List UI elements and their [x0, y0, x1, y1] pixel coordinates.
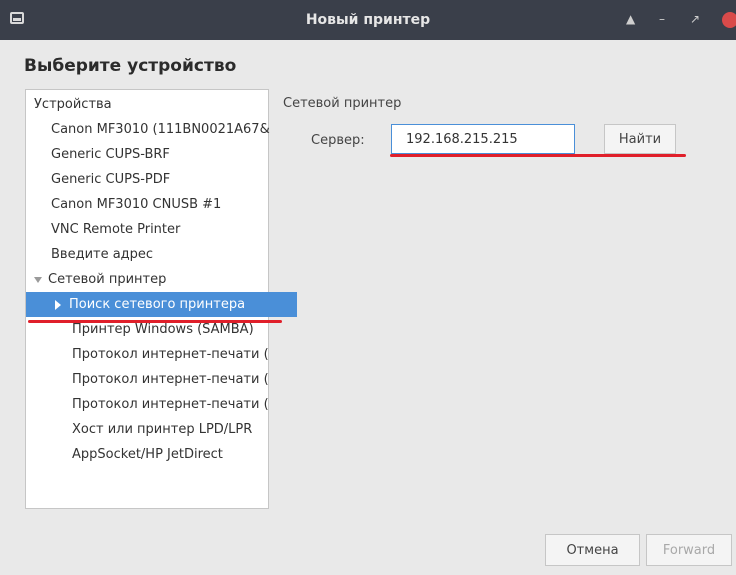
tree-item-canon-mf3010[interactable]: Canon MF3010 (111BN0021A67&	[26, 117, 293, 142]
tree-item-label: VNC Remote Printer	[51, 222, 181, 237]
tree-item-generic-cups-pdf[interactable]: Generic CUPS-PDF	[26, 167, 293, 192]
tree-item-appsocket[interactable]: AppSocket/HP JetDirect	[26, 442, 314, 467]
server-label: Сервер:	[311, 133, 365, 148]
tree-item-label: Generic CUPS-PDF	[51, 172, 171, 187]
restore-icon[interactable]: ↗	[690, 12, 700, 26]
server-input[interactable]	[391, 124, 575, 154]
device-tree[interactable]: Устройства Canon MF3010 (111BN0021A67& G…	[25, 89, 297, 509]
tree-item-canon-cnusb[interactable]: Canon MF3010 CNUSB #1	[26, 192, 293, 217]
section-title: Сетевой принтер	[283, 96, 402, 111]
tree-item-label: Поиск сетевого принтера	[69, 297, 246, 312]
annotation-underline-tree	[28, 320, 282, 323]
tree-header-devices[interactable]: Устройства	[26, 92, 276, 117]
tree-item-label: Протокол интернет-печати (	[72, 372, 269, 387]
page-title: Выберите устройство	[24, 56, 237, 76]
tree-item-label: Введите адрес	[51, 247, 154, 262]
tree-item-ipp-1[interactable]: Протокол интернет-печати (	[26, 342, 314, 367]
tree-item-label: Хост или принтер LPD/LPR	[72, 422, 253, 437]
find-button[interactable]: Найти	[604, 124, 676, 154]
expander-down-icon[interactable]	[34, 276, 42, 283]
tree-item-label: Canon MF3010 (111BN0021A67&	[51, 122, 270, 137]
tree-item-label: Generic CUPS-BRF	[51, 147, 170, 162]
tree-item-generic-cups-brf[interactable]: Generic CUPS-BRF	[26, 142, 293, 167]
tree-item-label: Сетевой принтер	[48, 272, 167, 287]
tree-item-ipp-2[interactable]: Протокол интернет-печати (	[26, 367, 314, 392]
tree-item-label: Протокол интернет-печати (	[72, 347, 269, 362]
cancel-button[interactable]: Отмена	[545, 534, 640, 566]
tree-item-label: Протокол интернет-печати (	[72, 397, 269, 412]
tree-item-network-printer[interactable]: Сетевой принтер	[26, 267, 276, 292]
expander-right-icon[interactable]	[55, 299, 61, 310]
tree-item-lpd-lpr[interactable]: Хост или принтер LPD/LPR	[26, 417, 314, 442]
tree-item-vnc-printer[interactable]: VNC Remote Printer	[26, 217, 293, 242]
tree-item-label: AppSocket/HP JetDirect	[72, 447, 223, 462]
close-icon[interactable]	[722, 12, 736, 28]
up-arrow-icon[interactable]: ▲	[626, 12, 635, 26]
forward-button[interactable]: Forward	[646, 534, 732, 566]
dialog-content: Выберите устройство Устройства Canon MF3…	[0, 40, 736, 575]
tree-item-label: Принтер Windows (SAMBA)	[72, 322, 254, 337]
minimize-icon[interactable]: –	[659, 12, 665, 26]
tree-item-label: Canon MF3010 CNUSB #1	[51, 197, 222, 212]
window-titlebar: Новый принтер ▲ – ↗	[0, 0, 736, 40]
tree-item-find-network-printer[interactable]: Поиск сетевого принтера	[26, 292, 297, 317]
annotation-underline-server	[390, 154, 686, 157]
tree-item-label: Устройства	[34, 97, 112, 112]
tree-item-ipp-3[interactable]: Протокол интернет-печати (	[26, 392, 314, 417]
tree-item-enter-address[interactable]: Введите адрес	[26, 242, 293, 267]
